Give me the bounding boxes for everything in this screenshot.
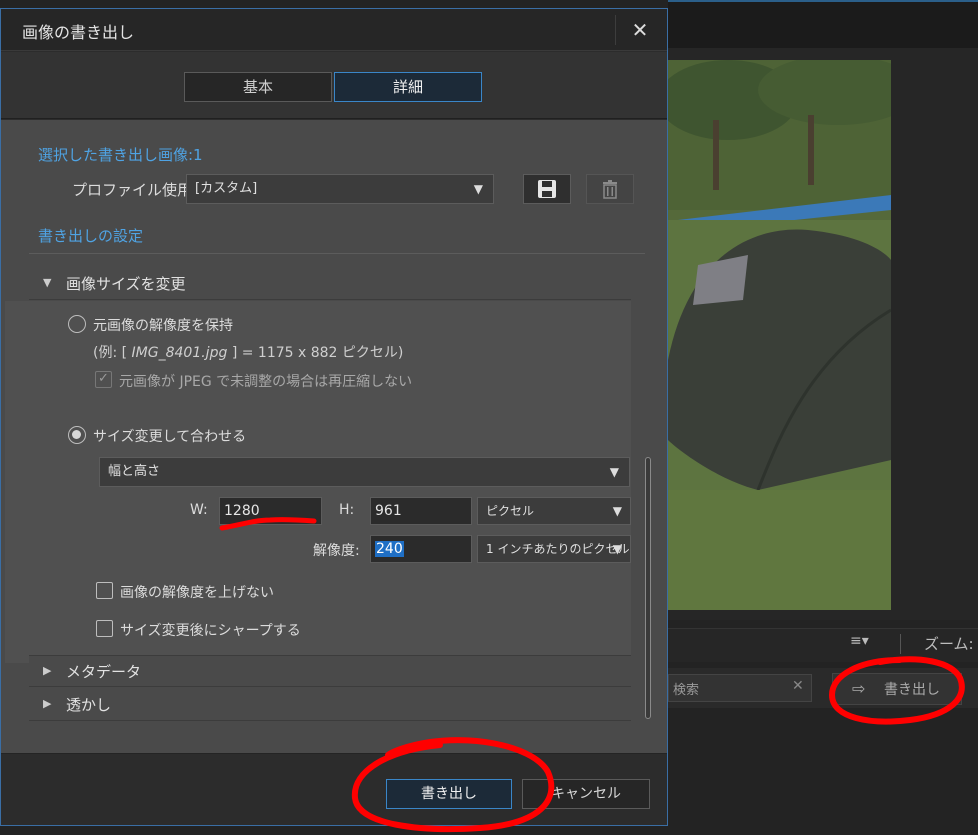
selected-images-label: 選択した書き出し画像:1 (38, 146, 203, 164)
no-upscale-checkbox[interactable] (96, 582, 113, 599)
example-suffix: ] = 1175 x 882 ピクセル) (231, 345, 404, 361)
resolution-input[interactable]: 240 (370, 535, 472, 563)
height-label: H: (339, 502, 355, 518)
save-profile-button[interactable] (523, 174, 571, 204)
triangle-down-icon: ▼ (43, 276, 52, 289)
titlebar-separator (615, 15, 616, 45)
search-placeholder: 検索 (673, 683, 700, 698)
export-button[interactable]: 書き出し (386, 779, 512, 809)
height-input[interactable]: 961 (370, 497, 472, 525)
sharpen-label: サイズ変更後にシャープする (120, 623, 301, 639)
metadata-section-title: メタデータ (66, 663, 142, 681)
zoom-label: ズーム: (924, 635, 974, 653)
width-label: W: (190, 502, 208, 518)
no-upscale-label: 画像の解像度を上げない (120, 585, 274, 601)
sharpen-checkbox[interactable] (96, 620, 113, 637)
chevron-down-icon: ▼ (612, 542, 622, 556)
triangle-right-icon: ▶ (43, 664, 52, 677)
resolution-label: 解像度: (313, 543, 360, 559)
size-unit-select[interactable]: ピクセル ▼ (477, 497, 631, 525)
tab-detail[interactable]: 詳細 (334, 72, 482, 102)
resolution-value: 240 (375, 541, 404, 557)
triangle-right-icon: ▶ (43, 697, 52, 710)
width-input[interactable]: 1280 (219, 497, 322, 525)
floppy-disk-icon (538, 180, 556, 198)
resize-mode-value: 幅と高さ (108, 464, 161, 479)
dialog-titlebar: 画像の書き出し ✕ (1, 9, 667, 51)
resize-section-title: 画像サイズを変更 (66, 275, 186, 293)
example-text: (例: [ IMG_8401.jpg ] = 1175 x 882 ピクセル) (93, 342, 403, 362)
list-view-icon[interactable]: ≡▾ (850, 633, 878, 653)
resize-mode-select[interactable]: 幅と高さ ▼ (99, 457, 630, 487)
profile-select[interactable]: [カスタム] ▼ (186, 174, 494, 204)
scrollbar-thumb[interactable] (645, 457, 651, 719)
tab-basic[interactable]: 基本 (184, 72, 332, 102)
size-unit-value: ピクセル (486, 504, 535, 518)
resolution-unit-value: 1 インチあたりのピクセル (486, 542, 630, 556)
toolbar-divider (900, 634, 901, 654)
preview-photo (668, 60, 891, 610)
resolution-unit-select[interactable]: 1 インチあたりのピクセル ▼ (477, 535, 631, 563)
watermark-section-title: 透かし (66, 696, 112, 714)
example-prefix: (例: [ (93, 345, 128, 361)
export-image-dialog: 画像の書き出し ✕ 基本 詳細 選択した書き出し画像:1 プロファイル使用: [… (0, 8, 668, 826)
chevron-down-icon: ▼ (609, 465, 619, 479)
background-export-label: 書き出し (884, 682, 940, 698)
metadata-section-header[interactable]: ▶ メタデータ (29, 655, 631, 687)
example-filename: IMG_8401.jpg (131, 345, 228, 361)
chevron-down-icon: ▼ (612, 504, 622, 518)
no-recompress-label: 元画像が JPEG で未調整の場合は再圧縮しない (119, 374, 413, 390)
close-icon[interactable]: ✕ (623, 15, 657, 45)
profile-label: プロファイル使用: (72, 181, 198, 199)
keep-original-label: 元画像の解像度を保持 (93, 318, 233, 334)
resize-fit-radio[interactable] (68, 426, 86, 444)
delete-profile-button[interactable] (586, 174, 634, 204)
resize-fit-label: サイズ変更して合わせる (93, 429, 247, 445)
settings-divider (29, 253, 645, 254)
chevron-down-icon: ▼ (473, 182, 483, 196)
profile-select-value: [カスタム] (195, 181, 258, 196)
search-clear-icon[interactable]: ✕ (792, 678, 804, 694)
export-icon: ⇨ (852, 679, 866, 698)
dialog-title: 画像の書き出し (22, 23, 135, 42)
resize-section-header[interactable]: ▼ 画像サイズを変更 (29, 268, 631, 300)
background-top-strip (668, 0, 978, 48)
keep-original-radio[interactable] (68, 315, 86, 333)
export-settings-label: 書き出しの設定 (38, 227, 144, 245)
no-recompress-checkbox[interactable]: ✓ (95, 371, 112, 388)
watermark-section-header[interactable]: ▶ 透かし (29, 689, 631, 721)
tab-bar: 基本 詳細 (1, 52, 667, 119)
trash-icon (603, 180, 617, 199)
tent-photo-illustration (668, 60, 891, 610)
cancel-button[interactable]: キャンセル (522, 779, 650, 809)
